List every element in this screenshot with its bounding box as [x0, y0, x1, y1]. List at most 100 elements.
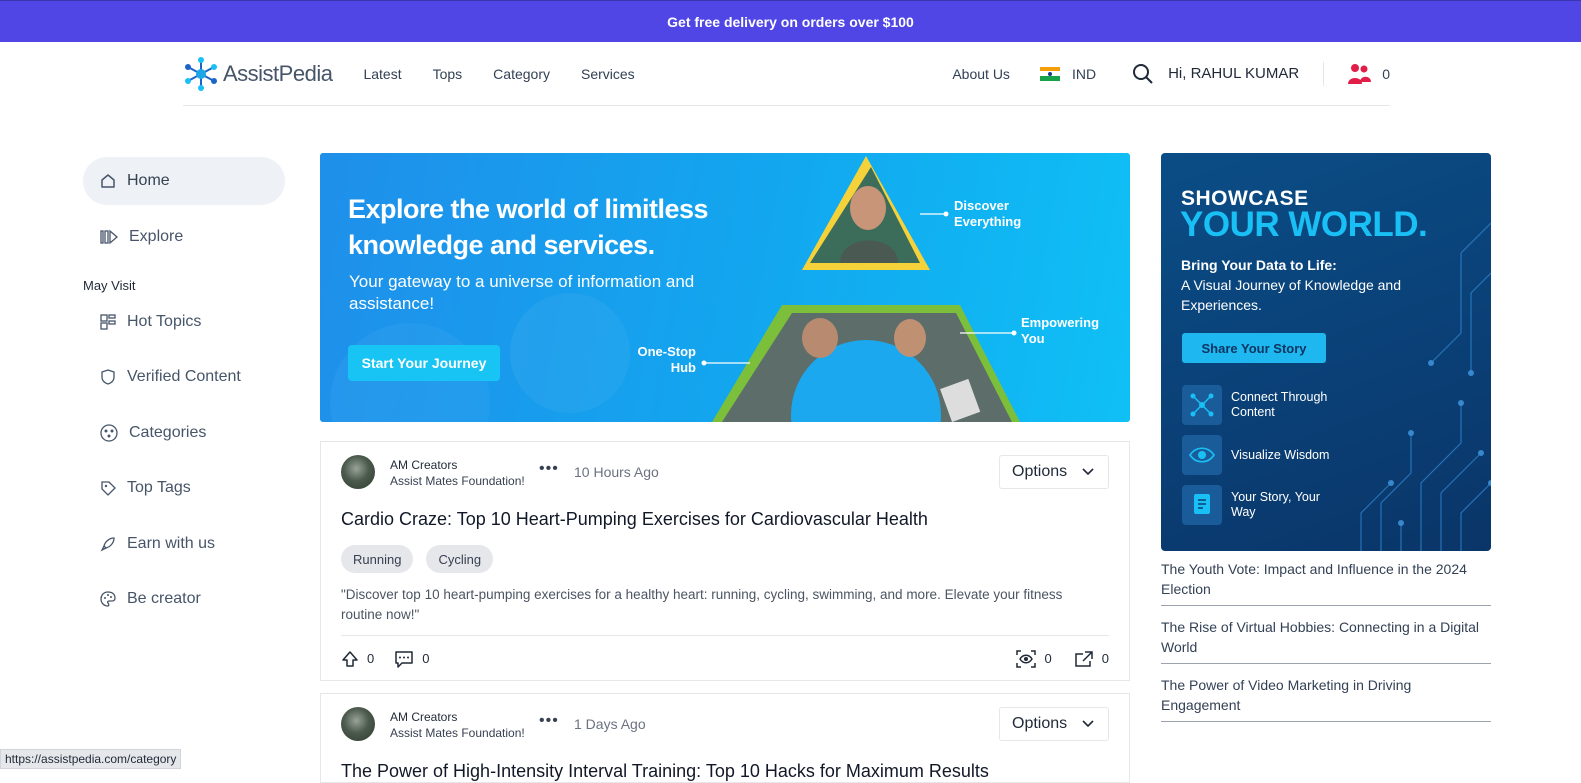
hero-label-discover: Discover Everything	[954, 198, 1022, 229]
sidebar-item-home[interactable]: Home	[83, 157, 285, 205]
hero-banner[interactable]: Explore the world of limitless knowledge…	[320, 153, 1130, 422]
sidebar-item-be-creator[interactable]: Be creator	[83, 575, 285, 623]
author-avatar[interactable]	[341, 707, 375, 741]
sidebar-item-label: Explore	[129, 227, 184, 245]
share-story-button[interactable]: Share Your Story	[1182, 333, 1326, 363]
upvote-icon	[342, 650, 358, 667]
rocket-icon	[100, 536, 115, 551]
share-button[interactable]: 0	[1074, 650, 1109, 668]
sidebar-item-hot-topics[interactable]: Hot Topics	[83, 298, 285, 346]
ad-subtitle-rest: A Visual Journey of Knowledge and Experi…	[1181, 277, 1402, 313]
more-icon[interactable]: •••	[539, 460, 559, 478]
network-icon	[1182, 385, 1222, 425]
trending-item[interactable]: The Rise of Virtual Hobbies: Connecting …	[1161, 615, 1491, 664]
user-greeting[interactable]: Hi, RAHUL KUMAR	[1168, 65, 1299, 82]
sidebar-item-top-tags[interactable]: Top Tags	[83, 464, 285, 512]
community-icon[interactable]	[1346, 62, 1372, 86]
ad-feature-text: Visualize Wisdom	[1231, 447, 1330, 462]
views-count: 0	[1044, 651, 1052, 666]
nav-right: About Us IND Hi, RAHUL KUMAR 0	[952, 61, 1390, 86]
post-tags: Running Cycling	[341, 545, 494, 573]
tag-icon	[101, 481, 116, 496]
categories-icon	[100, 423, 118, 442]
ad-subtitle: Bring Your Data to Life: A Visual Journe…	[1181, 255, 1401, 315]
comment-icon	[395, 650, 413, 668]
ad-feature-visualize: Visualize Wisdom	[1182, 435, 1341, 475]
logo-icon	[185, 56, 217, 91]
tag-chip[interactable]: Running	[341, 545, 414, 573]
sidebar-item-label: Top Tags	[127, 479, 191, 496]
more-icon[interactable]: •••	[539, 712, 559, 730]
ad-feature-connect: Connect Through Content	[1182, 385, 1341, 425]
post-card: AM Creators Assist Mates Foundation! •••…	[320, 693, 1130, 783]
upvote-button[interactable]: 0	[341, 650, 374, 668]
share-icon	[1075, 650, 1093, 667]
comment-count: 0	[422, 651, 430, 666]
status-url: https://assistpedia.com/category	[0, 749, 182, 769]
ad-subtitle-bold: Bring Your Data to Life:	[1181, 257, 1337, 273]
hero-subtitle: Your gateway to a universe of informatio…	[349, 272, 695, 313]
author-avatar[interactable]	[341, 455, 375, 489]
post-time: 1 Days Ago	[574, 716, 646, 732]
options-label: Options	[1012, 715, 1068, 732]
author-name[interactable]: AM Creators	[390, 710, 457, 724]
country-selector[interactable]: IND	[1072, 66, 1096, 82]
top-navigation: AssistPedia Latest Tops Category Service…	[183, 42, 1390, 106]
promo-banner: Get free delivery on orders over $100	[0, 0, 1581, 42]
post-time: 10 Hours Ago	[574, 464, 659, 480]
community-count: 0	[1382, 65, 1390, 82]
views-stat: 0	[1015, 649, 1052, 669]
nav-category[interactable]: Category	[493, 66, 550, 82]
palette-icon	[100, 591, 116, 607]
tag-chip[interactable]: Cycling	[426, 545, 494, 573]
hot-topics-icon	[100, 313, 116, 330]
options-dropdown[interactable]: Options	[999, 455, 1109, 489]
trending-item[interactable]: The Youth Vote: Impact and Influence in …	[1161, 557, 1491, 606]
site-logo[interactable]: AssistPedia	[183, 56, 333, 91]
document-icon	[1182, 485, 1222, 525]
author-name[interactable]: AM Creators	[390, 458, 457, 472]
trending-item[interactable]: The Power of Video Marketing in Driving …	[1161, 673, 1491, 722]
post-card: AM Creators Assist Mates Foundation! •••…	[320, 441, 1130, 681]
author-org: Assist Mates Foundation!	[390, 474, 525, 488]
sidebar-item-label: Categories	[129, 423, 207, 441]
ad-feature-story: Your Story, Your Way	[1182, 485, 1341, 525]
share-count: 0	[1101, 651, 1109, 666]
search-icon[interactable]	[1132, 63, 1154, 85]
sidebar-item-verified-content[interactable]: Verified Content	[83, 353, 285, 401]
author-org: Assist Mates Foundation!	[390, 726, 525, 740]
nav-services[interactable]: Services	[581, 66, 635, 82]
post-title[interactable]: The Power of High-Intensity Interval Tra…	[341, 761, 989, 782]
showcase-ad[interactable]: SHOWCASE YOUR WORLD. Bring Your Data to …	[1161, 153, 1491, 551]
sidebar-item-categories[interactable]: Categories	[83, 409, 285, 457]
ad-feature-text: Connect Through Content	[1231, 390, 1328, 419]
post-excerpt: "Discover top 10 heart-pumping exercises…	[341, 587, 1063, 622]
eye-icon	[1182, 435, 1222, 475]
upvote-count: 0	[367, 651, 375, 666]
post-title[interactable]: Cardio Craze: Top 10 Heart-Pumping Exerc…	[341, 509, 928, 530]
ad-headline-2: YOUR WORLD.	[1180, 205, 1428, 244]
explore-icon	[100, 229, 118, 244]
hero-label-empowering: Empowering You	[1021, 315, 1100, 346]
comment-button[interactable]: 0	[394, 650, 429, 668]
home-icon	[101, 174, 115, 188]
india-flag-icon[interactable]	[1039, 66, 1060, 81]
ad-feature-text: Your Story, Your Way	[1231, 490, 1320, 519]
options-label: Options	[1012, 463, 1068, 480]
nav-tops[interactable]: Tops	[433, 66, 463, 82]
nav-latest[interactable]: Latest	[363, 66, 401, 82]
promo-text: Get free delivery on orders over $100	[667, 13, 914, 30]
options-dropdown[interactable]: Options	[999, 707, 1109, 741]
sidebar-item-label: Hot Topics	[127, 312, 202, 330]
sidebar-item-explore[interactable]: Explore	[83, 213, 285, 261]
sidebar-item-label: Earn with us	[127, 534, 216, 552]
sidebar-item-earn-with-us[interactable]: Earn with us	[83, 520, 285, 568]
start-journey-button[interactable]: Start Your Journey	[348, 345, 500, 381]
hero-title: Explore the world of limitless knowledge…	[348, 194, 709, 260]
nav-about-us[interactable]: About Us	[952, 66, 1010, 82]
may-visit-heading: May Visit	[83, 277, 136, 293]
sidebar-item-label: Home	[127, 172, 170, 189]
logo-text: AssistPedia	[223, 60, 333, 86]
post-actions: 0 0 0 0	[341, 635, 1109, 681]
chevron-down-icon	[1082, 468, 1094, 476]
